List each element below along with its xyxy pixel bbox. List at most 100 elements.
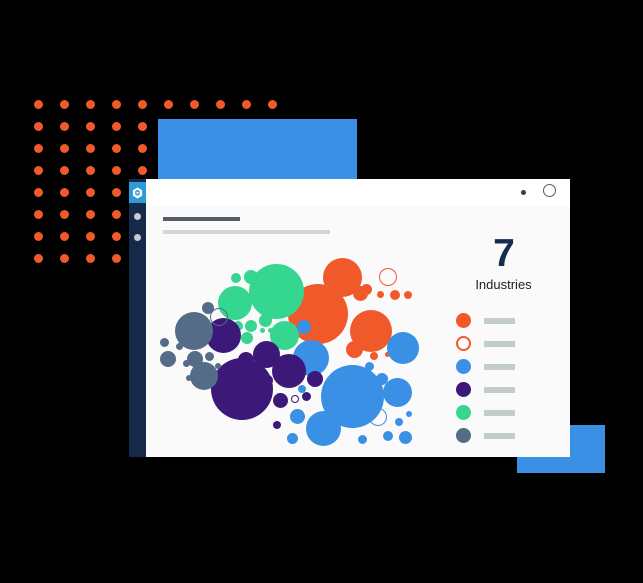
sidebar-item-logo[interactable] bbox=[129, 182, 146, 203]
grid-dot bbox=[34, 188, 43, 197]
grid-dot bbox=[60, 144, 69, 153]
bubble-blue[interactable] bbox=[398, 430, 412, 444]
legend-marker-icon bbox=[456, 428, 471, 443]
bubble-chart[interactable] bbox=[156, 246, 426, 451]
grid-dot bbox=[138, 166, 147, 175]
bubble-slate[interactable] bbox=[175, 342, 183, 350]
titlebar-circle-icon[interactable] bbox=[543, 184, 556, 197]
bubble-orange[interactable] bbox=[370, 352, 378, 360]
grid-dot bbox=[112, 188, 121, 197]
bubble-slate[interactable] bbox=[159, 337, 169, 347]
bubble-blue[interactable] bbox=[369, 408, 387, 426]
header-subtitle-bar bbox=[163, 230, 330, 234]
bubble-slate[interactable] bbox=[210, 308, 228, 326]
bubble-slate[interactable] bbox=[187, 351, 203, 367]
grid-dot bbox=[112, 100, 121, 109]
sidebar-item-nav-2[interactable] bbox=[134, 234, 141, 241]
legend-marker-icon bbox=[456, 336, 471, 351]
grid-dot bbox=[112, 232, 121, 241]
grid-dot bbox=[112, 122, 121, 131]
bubble-orange[interactable] bbox=[404, 291, 412, 299]
legend-item-slate[interactable] bbox=[456, 424, 561, 447]
legend-marker-icon bbox=[456, 313, 471, 328]
header-title-bar bbox=[163, 217, 240, 221]
bubble-green[interactable] bbox=[258, 313, 272, 327]
bubble-purple[interactable] bbox=[257, 367, 263, 373]
legend-label-bar bbox=[484, 363, 515, 370]
bubble-purple[interactable] bbox=[252, 340, 280, 368]
legend-item-green[interactable] bbox=[456, 401, 561, 424]
bubble-green[interactable] bbox=[245, 320, 257, 332]
grid-dot bbox=[60, 166, 69, 175]
grid-dot bbox=[34, 254, 43, 263]
bubble-slate[interactable] bbox=[160, 351, 176, 367]
bubble-blue[interactable] bbox=[289, 408, 305, 424]
legend-item-orange-outline[interactable] bbox=[456, 332, 561, 355]
grid-dot bbox=[112, 210, 121, 219]
grid-dot bbox=[60, 232, 69, 241]
bubble-green[interactable] bbox=[248, 263, 304, 319]
bubble-blue[interactable] bbox=[382, 377, 412, 407]
grid-dot bbox=[86, 166, 95, 175]
grid-dot bbox=[34, 122, 43, 131]
grid-dot bbox=[86, 188, 95, 197]
grid-dot bbox=[34, 166, 43, 175]
bubble-orange[interactable] bbox=[345, 340, 363, 358]
bubble-blue[interactable] bbox=[395, 418, 403, 426]
bubble-slate[interactable] bbox=[215, 363, 221, 369]
grid-dot bbox=[138, 122, 147, 131]
content-header-placeholder bbox=[163, 217, 543, 234]
titlebar-dot-icon[interactable] bbox=[521, 190, 526, 195]
bubble-green[interactable] bbox=[259, 327, 265, 333]
stat-label: Industries bbox=[475, 277, 532, 292]
bubble-purple[interactable] bbox=[307, 371, 323, 387]
sidebar-item-nav-1[interactable] bbox=[134, 213, 141, 220]
bubble-green[interactable] bbox=[231, 273, 241, 283]
grid-dot bbox=[60, 122, 69, 131]
bubble-green[interactable] bbox=[241, 332, 253, 344]
window-content: 7 Industries bbox=[146, 206, 570, 457]
stat-number: 7 bbox=[493, 232, 515, 275]
grid-dot bbox=[268, 100, 277, 109]
grid-dot bbox=[60, 100, 69, 109]
grid-dot bbox=[112, 166, 121, 175]
bubble-slate[interactable] bbox=[186, 375, 192, 381]
bubble-blue[interactable] bbox=[387, 332, 419, 364]
bubble-blue[interactable] bbox=[305, 410, 341, 446]
bubble-blue[interactable] bbox=[286, 432, 298, 444]
bubble-orange[interactable] bbox=[352, 285, 368, 301]
legend-marker-icon bbox=[456, 405, 471, 420]
bubble-orange[interactable] bbox=[379, 268, 397, 286]
legend-item-blue[interactable] bbox=[456, 355, 561, 378]
grid-dot bbox=[34, 100, 43, 109]
bubble-blue[interactable] bbox=[383, 431, 393, 441]
grid-dot bbox=[138, 144, 147, 153]
bubble-blue[interactable] bbox=[406, 411, 412, 417]
grid-dot bbox=[60, 254, 69, 263]
bubble-purple[interactable] bbox=[301, 391, 311, 401]
bubble-purple[interactable] bbox=[272, 392, 288, 408]
grid-dot bbox=[60, 188, 69, 197]
grid-dot bbox=[86, 254, 95, 263]
grid-dot bbox=[34, 232, 43, 241]
bubble-purple[interactable] bbox=[273, 421, 281, 429]
bubble-purple[interactable] bbox=[238, 352, 254, 368]
bubble-blue[interactable] bbox=[357, 434, 367, 444]
bubble-blue[interactable] bbox=[297, 320, 311, 334]
scene-background: 7 Industries bbox=[0, 0, 643, 583]
legend-item-purple[interactable] bbox=[456, 378, 561, 401]
bubble-green[interactable] bbox=[244, 270, 258, 284]
legend-item-orange-filled[interactable] bbox=[456, 309, 561, 332]
legend-label-bar bbox=[484, 340, 515, 347]
grid-dot bbox=[86, 122, 95, 131]
grid-dot bbox=[138, 100, 147, 109]
bubble-slate[interactable] bbox=[204, 351, 214, 361]
bubble-blue[interactable] bbox=[364, 361, 374, 371]
bubble-purple[interactable] bbox=[261, 374, 273, 386]
hexagon-gem-icon bbox=[132, 187, 143, 198]
bubble-purple[interactable] bbox=[291, 395, 299, 403]
legend-label-bar bbox=[484, 432, 515, 439]
bubble-orange[interactable] bbox=[390, 290, 400, 300]
chart-legend bbox=[446, 309, 561, 447]
bubble-orange[interactable] bbox=[376, 290, 384, 298]
